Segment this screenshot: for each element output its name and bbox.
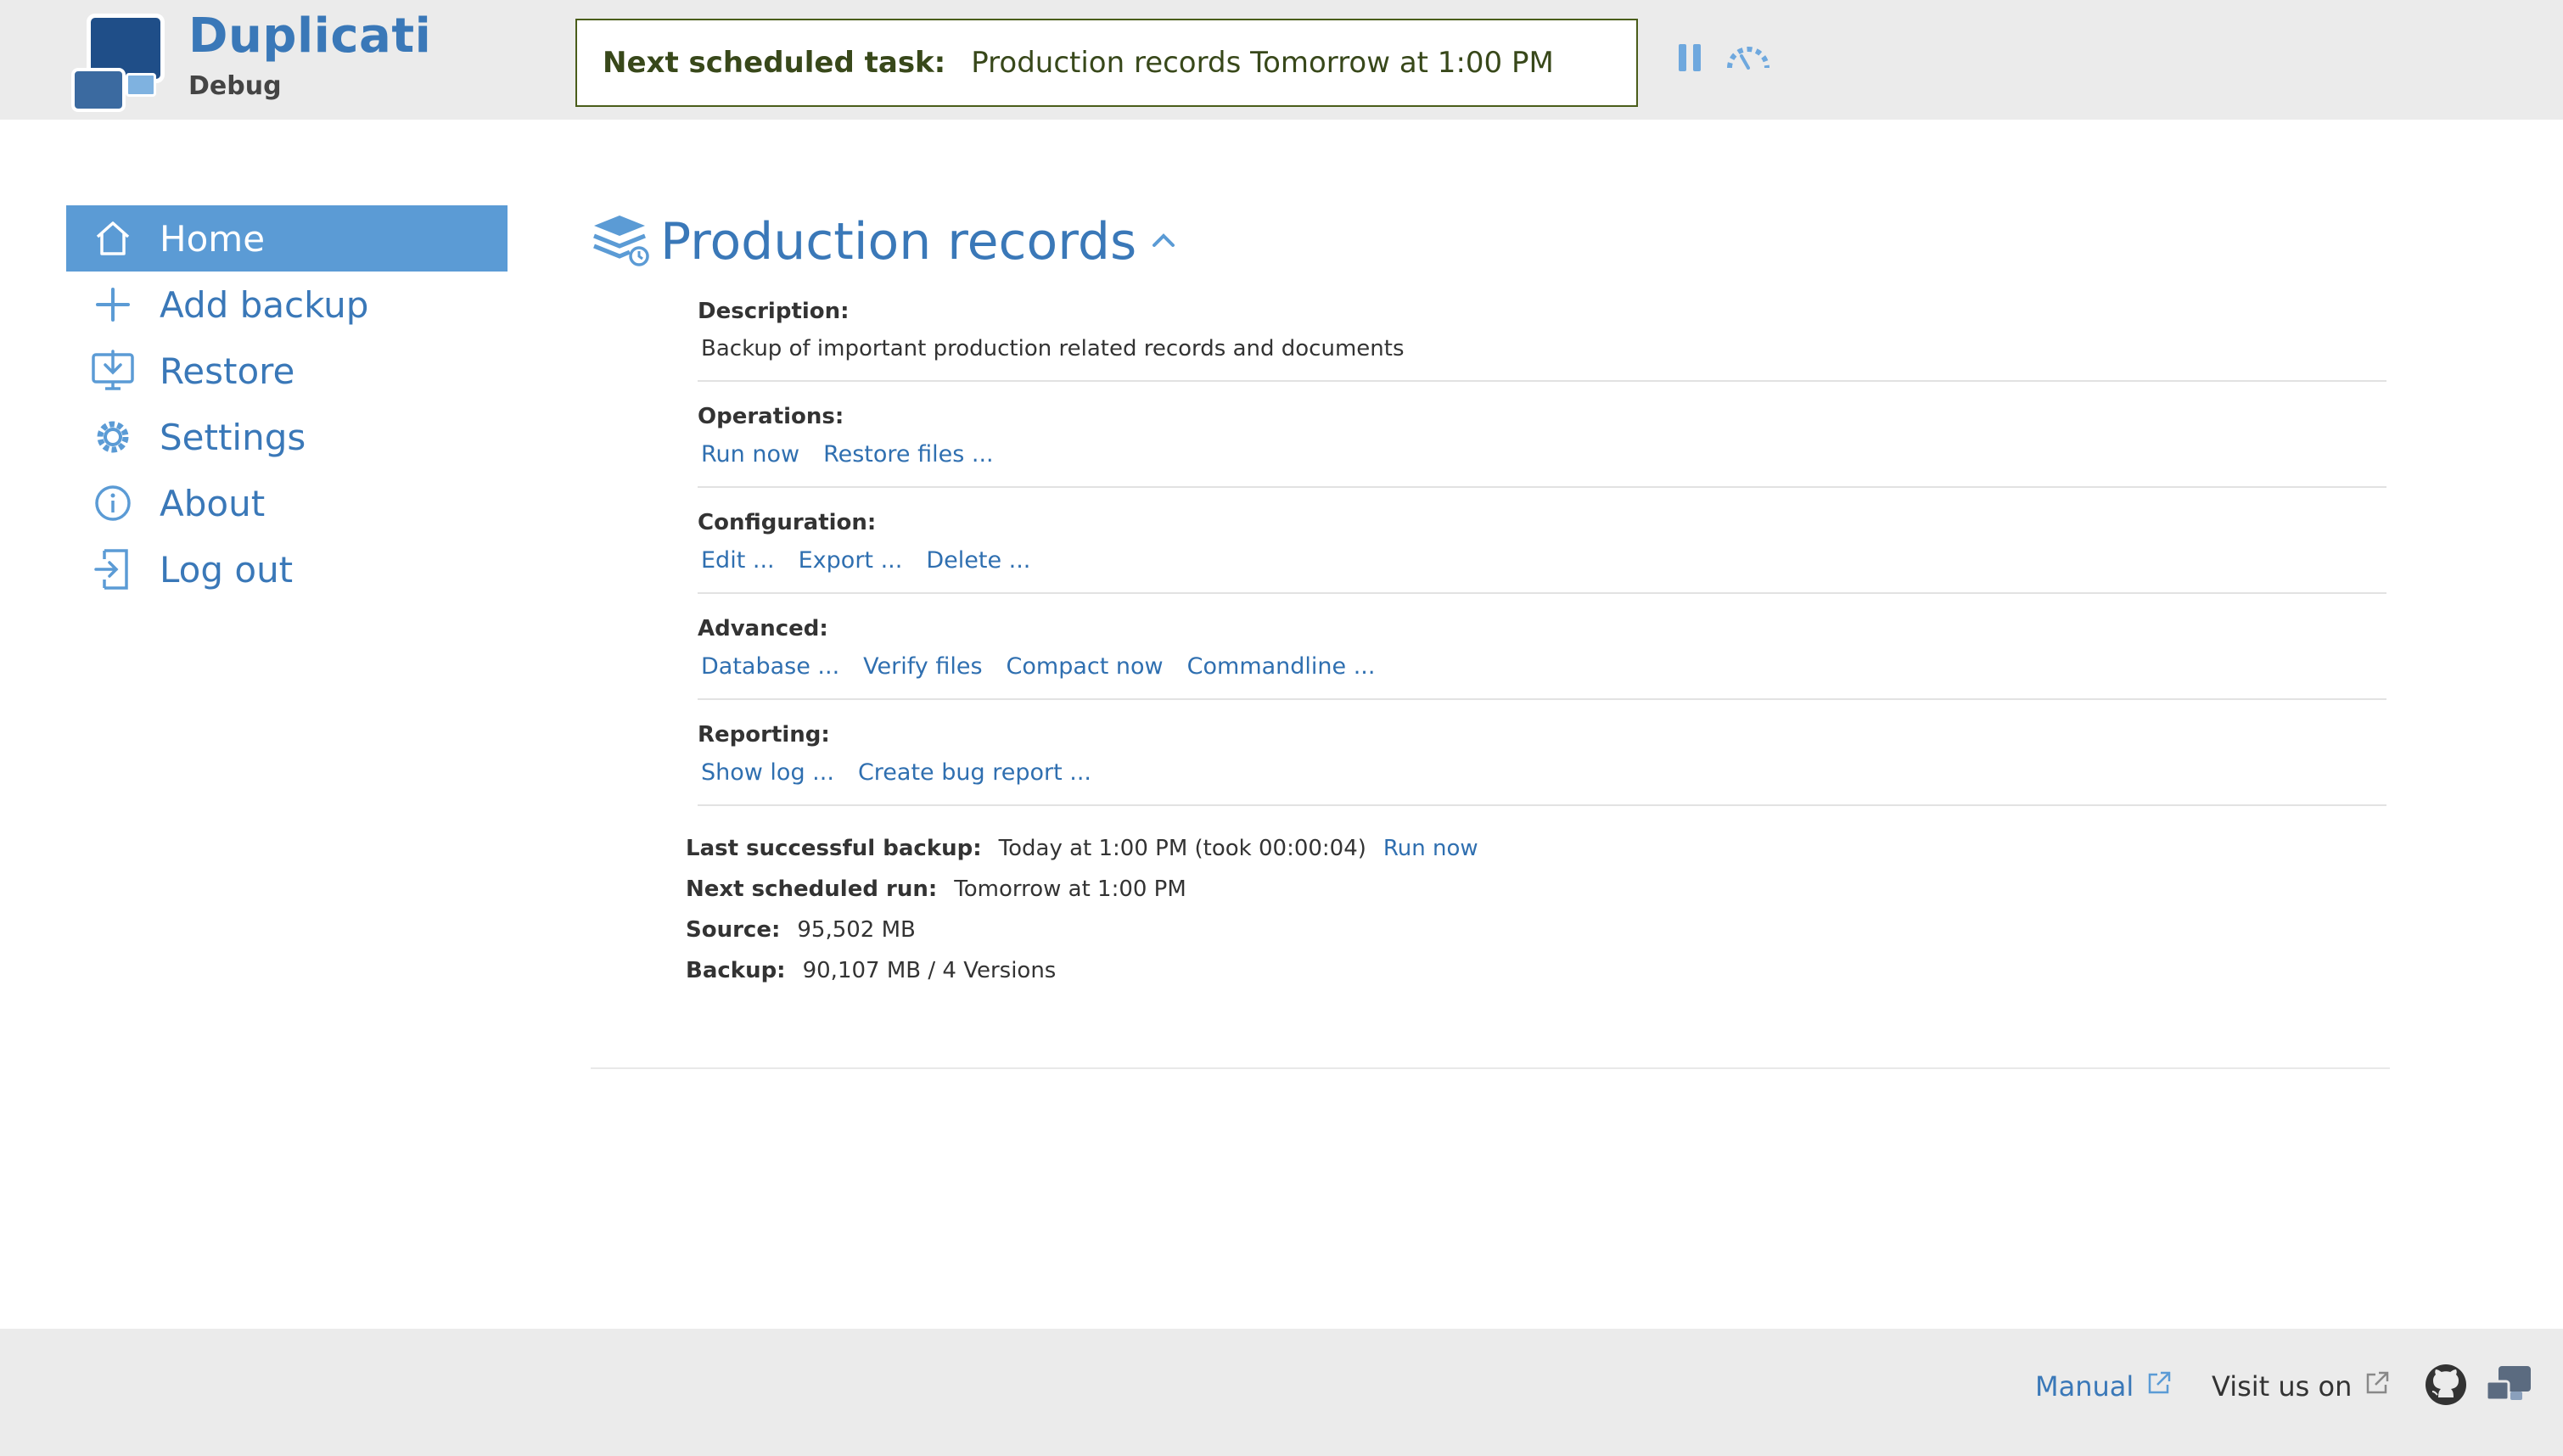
footer: Manual Visit us on — [0, 1329, 2563, 1456]
verify-files-link[interactable]: Verify files — [863, 653, 982, 680]
reporting-section: Reporting: Show log ... Create bug repor… — [698, 722, 2386, 806]
header: Duplicati Debug Next scheduled task: Pro… — [0, 0, 2563, 120]
show-log-link[interactable]: Show log ... — [701, 759, 834, 786]
home-icon — [66, 218, 160, 259]
last-backup-label: Last successful backup: — [686, 836, 982, 861]
panel-divider — [591, 1067, 2390, 1069]
duplicati-icon[interactable] — [2485, 1364, 2532, 1408]
sidebar-item-restore[interactable]: Restore — [66, 338, 508, 404]
throttle-icon[interactable] — [1725, 44, 1772, 71]
duplicati-logo[interactable] — [66, 14, 178, 112]
sidebar-item-label: Restore — [160, 350, 295, 392]
restore-files-link[interactable]: Restore files ... — [823, 441, 994, 468]
description-text: Backup of important production related r… — [701, 336, 1405, 361]
visit-us-link[interactable]: Visit us on — [2212, 1369, 2391, 1403]
export-link[interactable]: Export ... — [799, 547, 903, 574]
create-bug-report-link[interactable]: Create bug report ... — [858, 759, 1091, 786]
visit-label: Visit us on — [2212, 1370, 2353, 1403]
stats-run-now-link[interactable]: Run now — [1383, 836, 1478, 861]
edit-link[interactable]: Edit ... — [701, 547, 775, 574]
backup-stats: Last successful backup: Today at 1:00 PM… — [686, 828, 2390, 991]
source-row: Source: 95,502 MB — [686, 910, 2390, 950]
sidebar-item-label: Add backup — [160, 283, 369, 326]
backup-title: Production records — [660, 212, 1137, 272]
sidebar-item-about[interactable]: About — [66, 470, 508, 536]
source-value: 95,502 MB — [797, 917, 916, 943]
manual-label: Manual — [2035, 1370, 2134, 1403]
backup-panel: Production records Description: Backup o… — [591, 204, 2390, 1069]
header-controls — [1679, 44, 1772, 71]
sidebar-item-label: Settings — [160, 416, 306, 458]
next-task-label: Next scheduled task: — [603, 46, 946, 80]
gear-icon — [66, 415, 160, 459]
description-section: Description: Backup of important product… — [698, 299, 2386, 382]
logout-icon — [66, 547, 160, 591]
last-backup-row: Last successful backup: Today at 1:00 PM… — [686, 828, 2390, 869]
plus-icon — [66, 284, 160, 325]
operations-section: Operations: Run now Restore files ... — [698, 404, 2386, 488]
commandline-link[interactable]: Commandline ... — [1187, 653, 1376, 680]
backup-title-row[interactable]: Production records — [591, 204, 2390, 280]
sidebar-item-logout[interactable]: Log out — [66, 536, 508, 602]
backup-value: 90,107 MB / 4 Versions — [802, 958, 1057, 983]
app-subtitle: Debug — [188, 71, 282, 101]
reporting-label: Reporting: — [698, 722, 830, 748]
configuration-label: Configuration: — [698, 510, 877, 535]
sidebar-item-add-backup[interactable]: Add backup — [66, 272, 508, 338]
restore-icon — [66, 350, 160, 392]
advanced-label: Advanced: — [698, 616, 828, 641]
backup-label: Backup: — [686, 958, 786, 983]
sidebar: Home Add backup Restore Settings About L… — [66, 205, 508, 602]
next-run-label: Next scheduled run: — [686, 876, 938, 902]
sidebar-item-settings[interactable]: Settings — [66, 404, 508, 470]
pause-icon[interactable] — [1679, 44, 1701, 71]
sidebar-item-label: About — [160, 482, 266, 524]
source-label: Source: — [686, 917, 781, 943]
backup-stack-icon — [591, 212, 650, 272]
sidebar-item-label: Log out — [160, 548, 294, 591]
backup-size-row: Backup: 90,107 MB / 4 Versions — [686, 950, 2390, 991]
delete-link[interactable]: Delete ... — [926, 547, 1030, 574]
manual-link[interactable]: Manual — [2035, 1369, 2173, 1403]
sidebar-item-home[interactable]: Home — [66, 205, 508, 272]
github-icon[interactable] — [2424, 1363, 2468, 1410]
configuration-section: Configuration: Edit ... Export ... Delet… — [698, 510, 2386, 594]
run-now-link[interactable]: Run now — [701, 441, 799, 468]
sidebar-item-label: Home — [160, 217, 266, 260]
compact-now-link[interactable]: Compact now — [1007, 653, 1164, 680]
next-task-value: Production records Tomorrow at 1:00 PM — [971, 46, 1554, 80]
description-label: Description: — [698, 299, 850, 324]
advanced-section: Advanced: Database ... Verify files Comp… — [698, 616, 2386, 700]
info-icon — [66, 483, 160, 524]
next-run-row: Next scheduled run: Tomorrow at 1:00 PM — [686, 869, 2390, 910]
chevron-up-icon[interactable] — [1152, 232, 1175, 252]
database-link[interactable]: Database ... — [701, 653, 839, 680]
app-name[interactable]: Duplicati — [188, 8, 431, 64]
last-backup-value: Today at 1:00 PM (took 00:00:04) — [998, 836, 1366, 861]
external-link-icon — [2145, 1369, 2173, 1403]
next-run-value: Tomorrow at 1:00 PM — [954, 876, 1186, 902]
operations-label: Operations: — [698, 404, 844, 429]
next-task-banner: Next scheduled task: Production records … — [575, 19, 1638, 107]
external-link-icon — [2364, 1369, 2391, 1403]
